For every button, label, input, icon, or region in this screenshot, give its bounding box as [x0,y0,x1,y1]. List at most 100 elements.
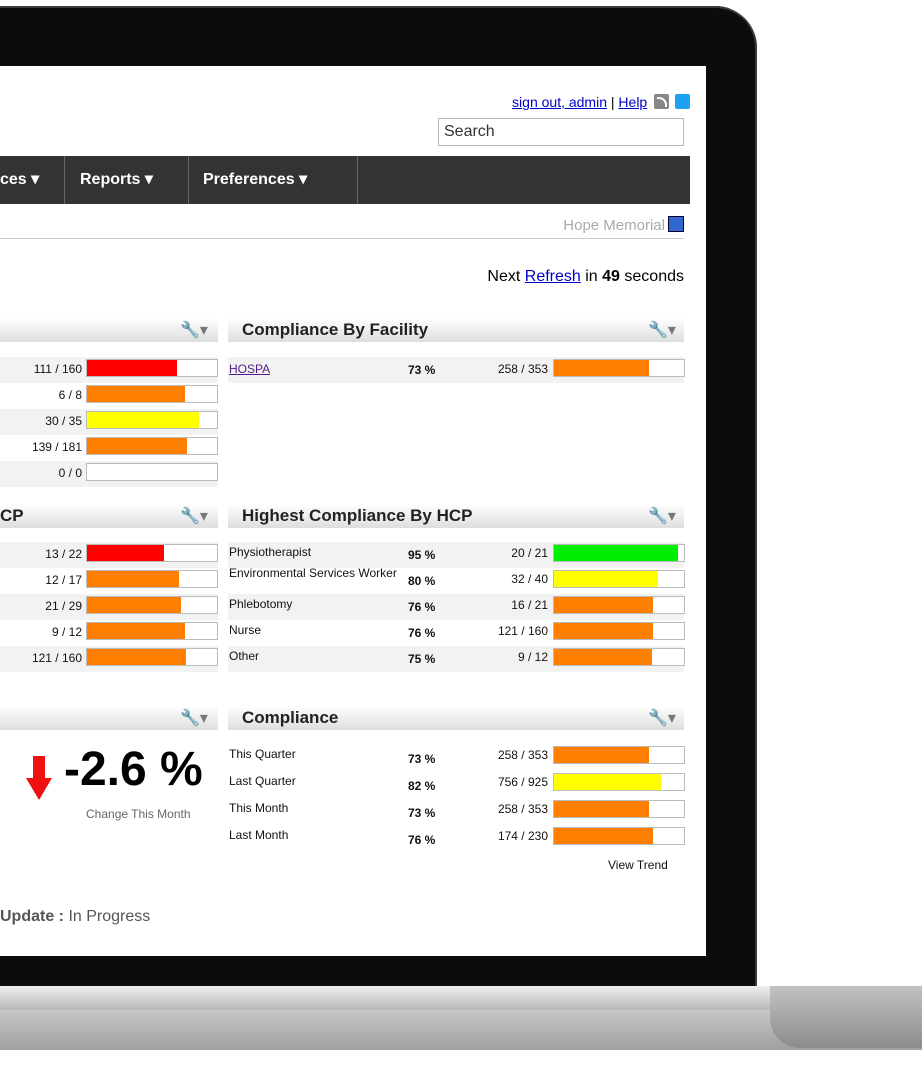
bar-fill [554,360,649,376]
compliance-label: This Month [229,801,289,815]
bar-fill [87,545,164,561]
hcp-frac: 16 / 21 [511,598,548,612]
facility-name: Hope Memorial [563,217,665,234]
facility-selector[interactable]: Hope Memorial [563,216,684,234]
bar-fill [554,801,649,817]
wrench-icon[interactable]: 🔧▾ [648,708,676,728]
bar-fill [554,747,649,763]
hcp-pct: 80 % [408,574,436,588]
refresh-link[interactable]: Refresh [525,268,581,285]
progress-bar [553,827,685,845]
bar-fill [87,571,179,587]
row-fraction: 9 / 12 [51,625,82,639]
change-caption: Change This Month [86,807,191,821]
laptop-frame: sign out, admin | Help Search ces ▾ Repo… [0,0,922,1072]
nav-divider [64,156,65,204]
refresh-suffix: seconds [624,268,684,285]
search-input[interactable]: Search [438,118,684,146]
bar-fill [554,623,653,639]
refresh-middle: in [585,268,598,285]
nav-item-resources[interactable]: ces ▾ [0,156,39,204]
progress-bar [553,622,685,640]
compliance-label: Last Quarter [229,774,296,788]
facility-card-icon[interactable] [668,216,684,232]
progress-bar [86,570,218,588]
compliance-label: Last Month [229,828,289,842]
row-fraction: 121 / 160 [31,651,82,665]
hcp-pct: 75 % [408,652,436,666]
hcp-pct: 95 % [408,548,436,562]
bar-fill [554,597,653,613]
compliance-pct: 73 % [408,806,436,820]
bar-fill [87,360,177,376]
compliance-frac: 174 / 230 [497,829,548,843]
app-screen: sign out, admin | Help Search ces ▾ Repo… [0,66,706,956]
row-fraction: 12 / 17 [45,573,82,587]
progress-bar [553,596,685,614]
view-trend-link[interactable]: View Trend [608,858,668,872]
compliance-frac: 258 / 353 [497,802,548,816]
compliance-label: This Quarter [229,747,296,761]
bar-fill [87,386,185,402]
facility-pct: 73 % [408,363,436,377]
hcp-label: Physiotherapist [229,545,312,559]
twitter-icon[interactable] [675,94,690,109]
wrench-icon[interactable]: 🔧▾ [648,320,676,340]
row-fraction: 111 / 160 [33,362,82,376]
bar-fill [554,571,658,587]
update-status: Update : In Progress [0,908,150,926]
main-nav: ces ▾ Reports ▾ Preferences ▾ [0,156,690,204]
compliance-pct: 73 % [408,752,436,766]
divider [0,238,684,239]
progress-bar [553,648,685,666]
row-fraction: 6 / 8 [58,388,82,402]
refresh-prefix: Next [487,268,521,285]
progress-bar [553,773,685,791]
facility-link[interactable]: HOSPA [229,362,270,376]
hcp-frac: 20 / 21 [511,546,548,560]
bar-fill [554,649,652,665]
hcp-frac: 9 / 12 [517,650,548,664]
progress-bar [86,622,218,640]
wrench-icon[interactable]: 🔧▾ [648,506,676,526]
sign-out-link[interactable]: sign out, admin [512,94,607,110]
progress-bar [86,648,218,666]
user-links: sign out, admin | Help [512,94,690,110]
bar-fill [554,774,661,790]
bar-fill [87,438,187,454]
progress-bar [553,570,685,588]
facility-panel-title: Compliance By Facility [242,320,429,339]
compliance-frac: 258 / 353 [497,748,548,762]
nav-divider [188,156,189,204]
row-fraction: 139 / 181 [31,440,82,454]
nav-item-preferences[interactable]: Preferences ▾ [203,156,307,204]
row-fraction: 13 / 22 [45,547,82,561]
hcp-frac: 32 / 40 [511,572,548,586]
facility-frac: 258 / 353 [497,362,548,376]
progress-bar [553,746,685,764]
hcp-panel-title: Highest Compliance By HCP [242,506,473,525]
compliance-panel-title: Compliance [242,708,339,727]
progress-bar [553,800,685,818]
wrench-icon[interactable]: 🔧▾ [180,708,208,728]
hcp-label: Other [229,649,260,663]
row-fraction: 30 / 35 [45,414,82,428]
laptop-base-top [0,986,790,1010]
row-fraction: 21 / 29 [45,599,82,613]
bar-fill [554,545,678,561]
wrench-icon[interactable]: 🔧▾ [180,506,208,526]
progress-bar [86,359,218,377]
compliance-frac: 756 / 925 [497,775,548,789]
link-separator: | [610,94,615,110]
refresh-seconds: 49 [602,268,620,285]
rss-icon[interactable] [654,94,670,109]
nav-item-reports[interactable]: Reports ▾ [80,156,153,204]
change-value: -2.6 % [64,743,203,796]
bar-fill [87,623,185,639]
update-label: Update : [0,908,64,925]
compliance-pct: 82 % [408,779,436,793]
progress-bar [86,385,218,403]
progress-bar [86,544,218,562]
wrench-icon[interactable]: 🔧▾ [180,320,208,340]
help-link[interactable]: Help [618,94,647,110]
